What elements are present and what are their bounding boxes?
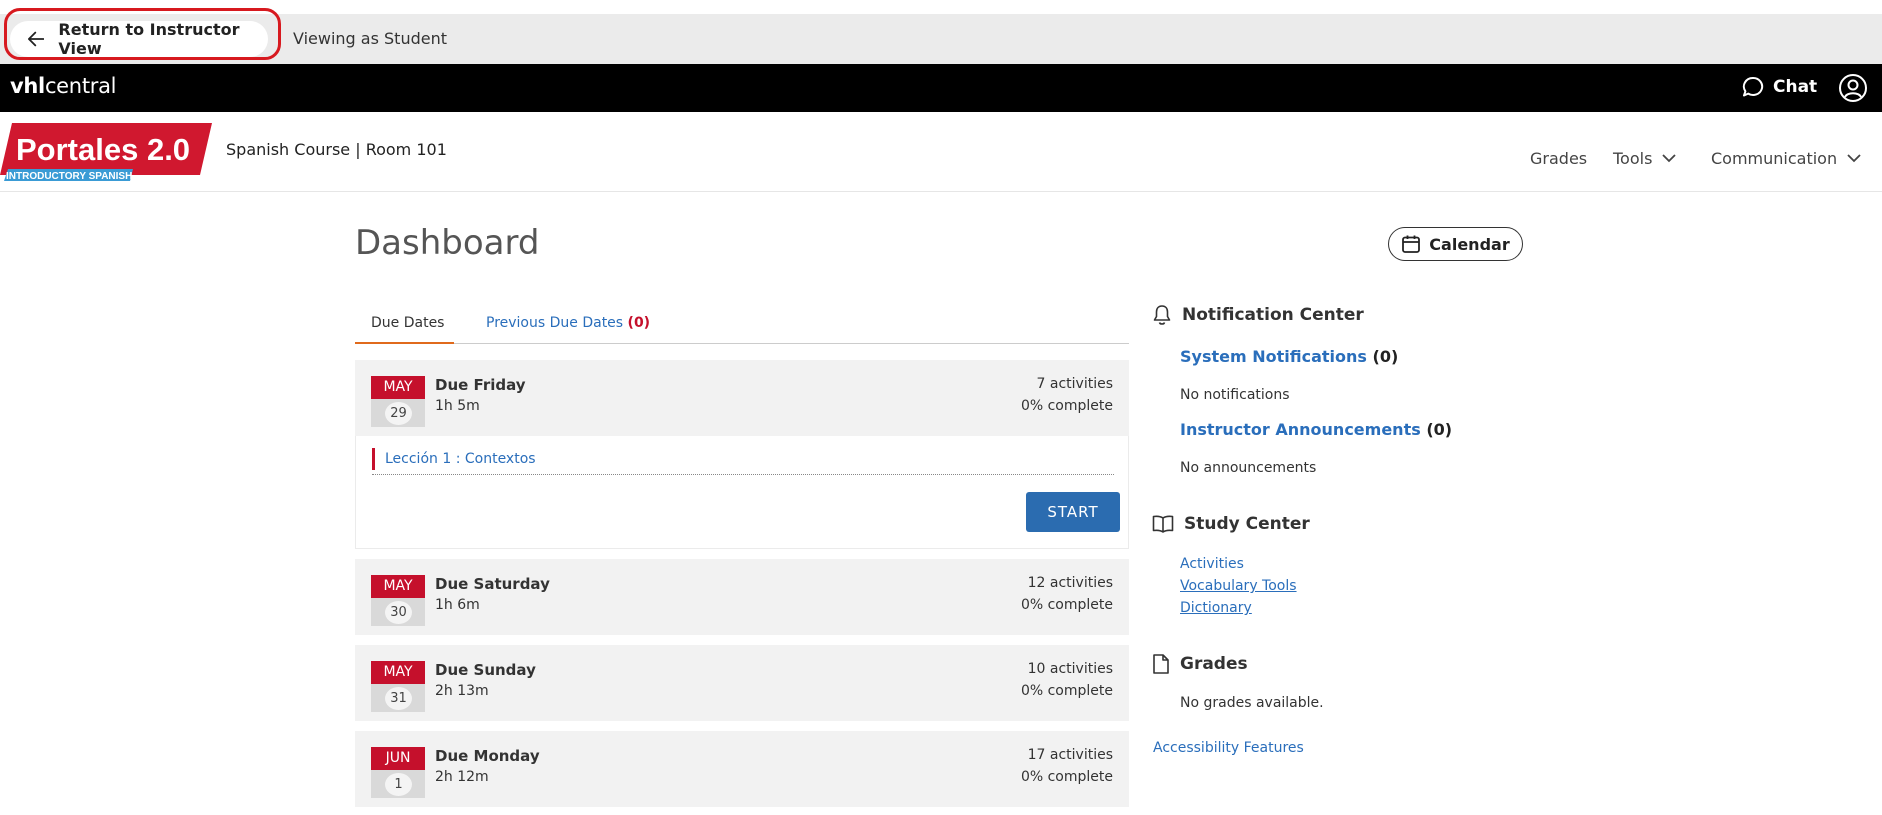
notification-center-heading: Notification Center bbox=[1152, 304, 1364, 326]
logo-rest-text: central bbox=[44, 74, 117, 98]
bell-icon bbox=[1153, 305, 1171, 325]
due-label: Due Monday bbox=[435, 747, 540, 765]
chevron-down-icon bbox=[1662, 154, 1677, 163]
date-month: MAY bbox=[371, 575, 425, 598]
system-notifications-label: System Notifications bbox=[1180, 347, 1367, 366]
grades-title: Grades bbox=[1180, 654, 1248, 674]
study-link-activities[interactable]: Activities bbox=[1180, 556, 1244, 572]
system-notifications-count: (0) bbox=[1372, 347, 1399, 366]
no-announcements-text: No announcements bbox=[1180, 460, 1317, 476]
date-badge: MAY 29 bbox=[371, 376, 425, 427]
accessibility-features-link[interactable]: Accessibility Features bbox=[1153, 740, 1304, 756]
chat-bubble-icon bbox=[1742, 76, 1764, 97]
tab-due-dates[interactable]: Due Dates bbox=[355, 308, 454, 344]
due-card-friday-details: Lección 1 : Contextos START bbox=[355, 436, 1129, 549]
date-day: 31 bbox=[385, 687, 412, 710]
portales-logo-title: Portales 2.0 bbox=[16, 132, 190, 167]
nav-communication[interactable]: Communication bbox=[1711, 149, 1861, 168]
calendar-button[interactable]: Calendar bbox=[1388, 227, 1523, 261]
arrow-left-icon bbox=[28, 31, 45, 47]
return-to-instructor-view-button[interactable]: Return to Instructor View bbox=[10, 20, 268, 58]
calendar-icon bbox=[1402, 235, 1421, 253]
due-card-sunday[interactable]: MAY 31 Due Sunday 2h 13m 10 activities 0… bbox=[355, 645, 1129, 721]
date-badge: JUN 1 bbox=[371, 747, 425, 798]
date-badge: MAY 31 bbox=[371, 661, 425, 712]
date-day: 1 bbox=[385, 773, 412, 796]
due-time: 1h 5m bbox=[435, 398, 480, 414]
date-month: JUN bbox=[371, 747, 425, 770]
user-account-icon[interactable] bbox=[1838, 73, 1868, 107]
logo-bold-text: vhl bbox=[10, 74, 45, 98]
study-link-dictionary[interactable]: Dictionary bbox=[1180, 600, 1252, 616]
notification-center-title: Notification Center bbox=[1182, 305, 1364, 325]
date-month: MAY bbox=[371, 661, 425, 684]
nav-grades[interactable]: Grades bbox=[1530, 149, 1587, 168]
study-center-title: Study Center bbox=[1184, 514, 1310, 534]
lesson-link[interactable]: Lección 1 : Contextos bbox=[372, 448, 536, 470]
portales-logo[interactable]: Portales 2.0 INTRODUCTORY SPANISH bbox=[0, 123, 212, 193]
study-link-vocabulary-tools[interactable]: Vocabulary Tools bbox=[1180, 578, 1297, 594]
divider bbox=[372, 474, 1114, 475]
student-preview-bar: Return to Instructor View Viewing as Stu… bbox=[0, 14, 1882, 64]
nav-communication-label: Communication bbox=[1711, 149, 1838, 168]
chat-button[interactable]: Chat bbox=[1742, 76, 1817, 98]
study-center-heading: Study Center bbox=[1152, 514, 1310, 534]
return-button-label: Return to Instructor View bbox=[58, 20, 240, 58]
instructor-announcements-link[interactable]: Instructor Announcements (0) bbox=[1180, 420, 1452, 439]
percent-complete: 0% complete bbox=[1020, 769, 1113, 785]
brand-bar: vhlcentral Chat bbox=[0, 64, 1882, 112]
nav-tools[interactable]: Tools bbox=[1613, 149, 1677, 168]
open-book-icon bbox=[1152, 515, 1174, 533]
percent-complete: 0% complete bbox=[1020, 683, 1113, 699]
due-label: Due Sunday bbox=[435, 661, 536, 679]
due-time: 2h 12m bbox=[435, 769, 489, 785]
due-card-friday[interactable]: MAY 29 Due Friday 1h 5m 7 activities 0% … bbox=[355, 360, 1129, 436]
page-title: Dashboard bbox=[355, 223, 540, 263]
percent-complete: 0% complete bbox=[1020, 398, 1113, 414]
tab-due-dates-label: Due Dates bbox=[371, 315, 445, 331]
date-day: 29 bbox=[385, 402, 412, 425]
tab-previous-count: (0) bbox=[627, 315, 651, 331]
due-card-monday[interactable]: JUN 1 Due Monday 2h 12m 17 activities 0%… bbox=[355, 731, 1129, 807]
instructor-announcements-count: (0) bbox=[1426, 420, 1453, 439]
document-icon bbox=[1153, 654, 1169, 674]
portales-logo-subtitle: INTRODUCTORY SPANISH bbox=[6, 171, 132, 182]
system-notifications-link[interactable]: System Notifications (0) bbox=[1180, 347, 1398, 366]
due-time: 1h 6m bbox=[435, 597, 480, 613]
date-month: MAY bbox=[371, 376, 425, 399]
chevron-down-icon bbox=[1847, 154, 1861, 163]
date-day: 30 bbox=[385, 601, 412, 624]
due-time: 2h 13m bbox=[435, 683, 489, 699]
activities-count: 10 activities bbox=[1027, 661, 1113, 677]
due-label: Due Saturday bbox=[435, 575, 550, 593]
nav-grades-label: Grades bbox=[1530, 149, 1588, 168]
grades-heading: Grades bbox=[1152, 653, 1248, 675]
due-card-saturday[interactable]: MAY 30 Due Saturday 1h 6m 12 activities … bbox=[355, 559, 1129, 635]
instructor-announcements-label: Instructor Announcements bbox=[1180, 420, 1421, 439]
nav-tools-label: Tools bbox=[1613, 149, 1653, 168]
chat-label: Chat bbox=[1773, 77, 1818, 97]
course-header: Portales 2.0 INTRODUCTORY SPANISH Spanis… bbox=[0, 112, 1882, 192]
tab-previous-label: Previous Due Dates bbox=[486, 315, 624, 331]
date-badge: MAY 30 bbox=[371, 575, 425, 626]
no-notifications-text: No notifications bbox=[1180, 387, 1290, 403]
calendar-label: Calendar bbox=[1429, 234, 1510, 254]
activities-count: 17 activities bbox=[1027, 747, 1113, 763]
vhlcentral-logo[interactable]: vhlcentral bbox=[10, 74, 116, 98]
no-grades-text: No grades available. bbox=[1180, 695, 1324, 711]
viewing-as-label: Viewing as Student bbox=[293, 29, 448, 48]
start-button[interactable]: START bbox=[1026, 492, 1120, 532]
due-dates-tabs: Due Dates Previous Due Dates (0) bbox=[355, 308, 1129, 344]
course-title: Spanish Course | Room 101 bbox=[226, 140, 447, 159]
percent-complete: 0% complete bbox=[1020, 597, 1113, 613]
due-label: Due Friday bbox=[435, 376, 526, 394]
activities-count: 7 activities bbox=[1036, 376, 1113, 392]
tab-previous-due-dates[interactable]: Previous Due Dates (0) bbox=[486, 308, 650, 344]
activities-count: 12 activities bbox=[1027, 575, 1113, 591]
